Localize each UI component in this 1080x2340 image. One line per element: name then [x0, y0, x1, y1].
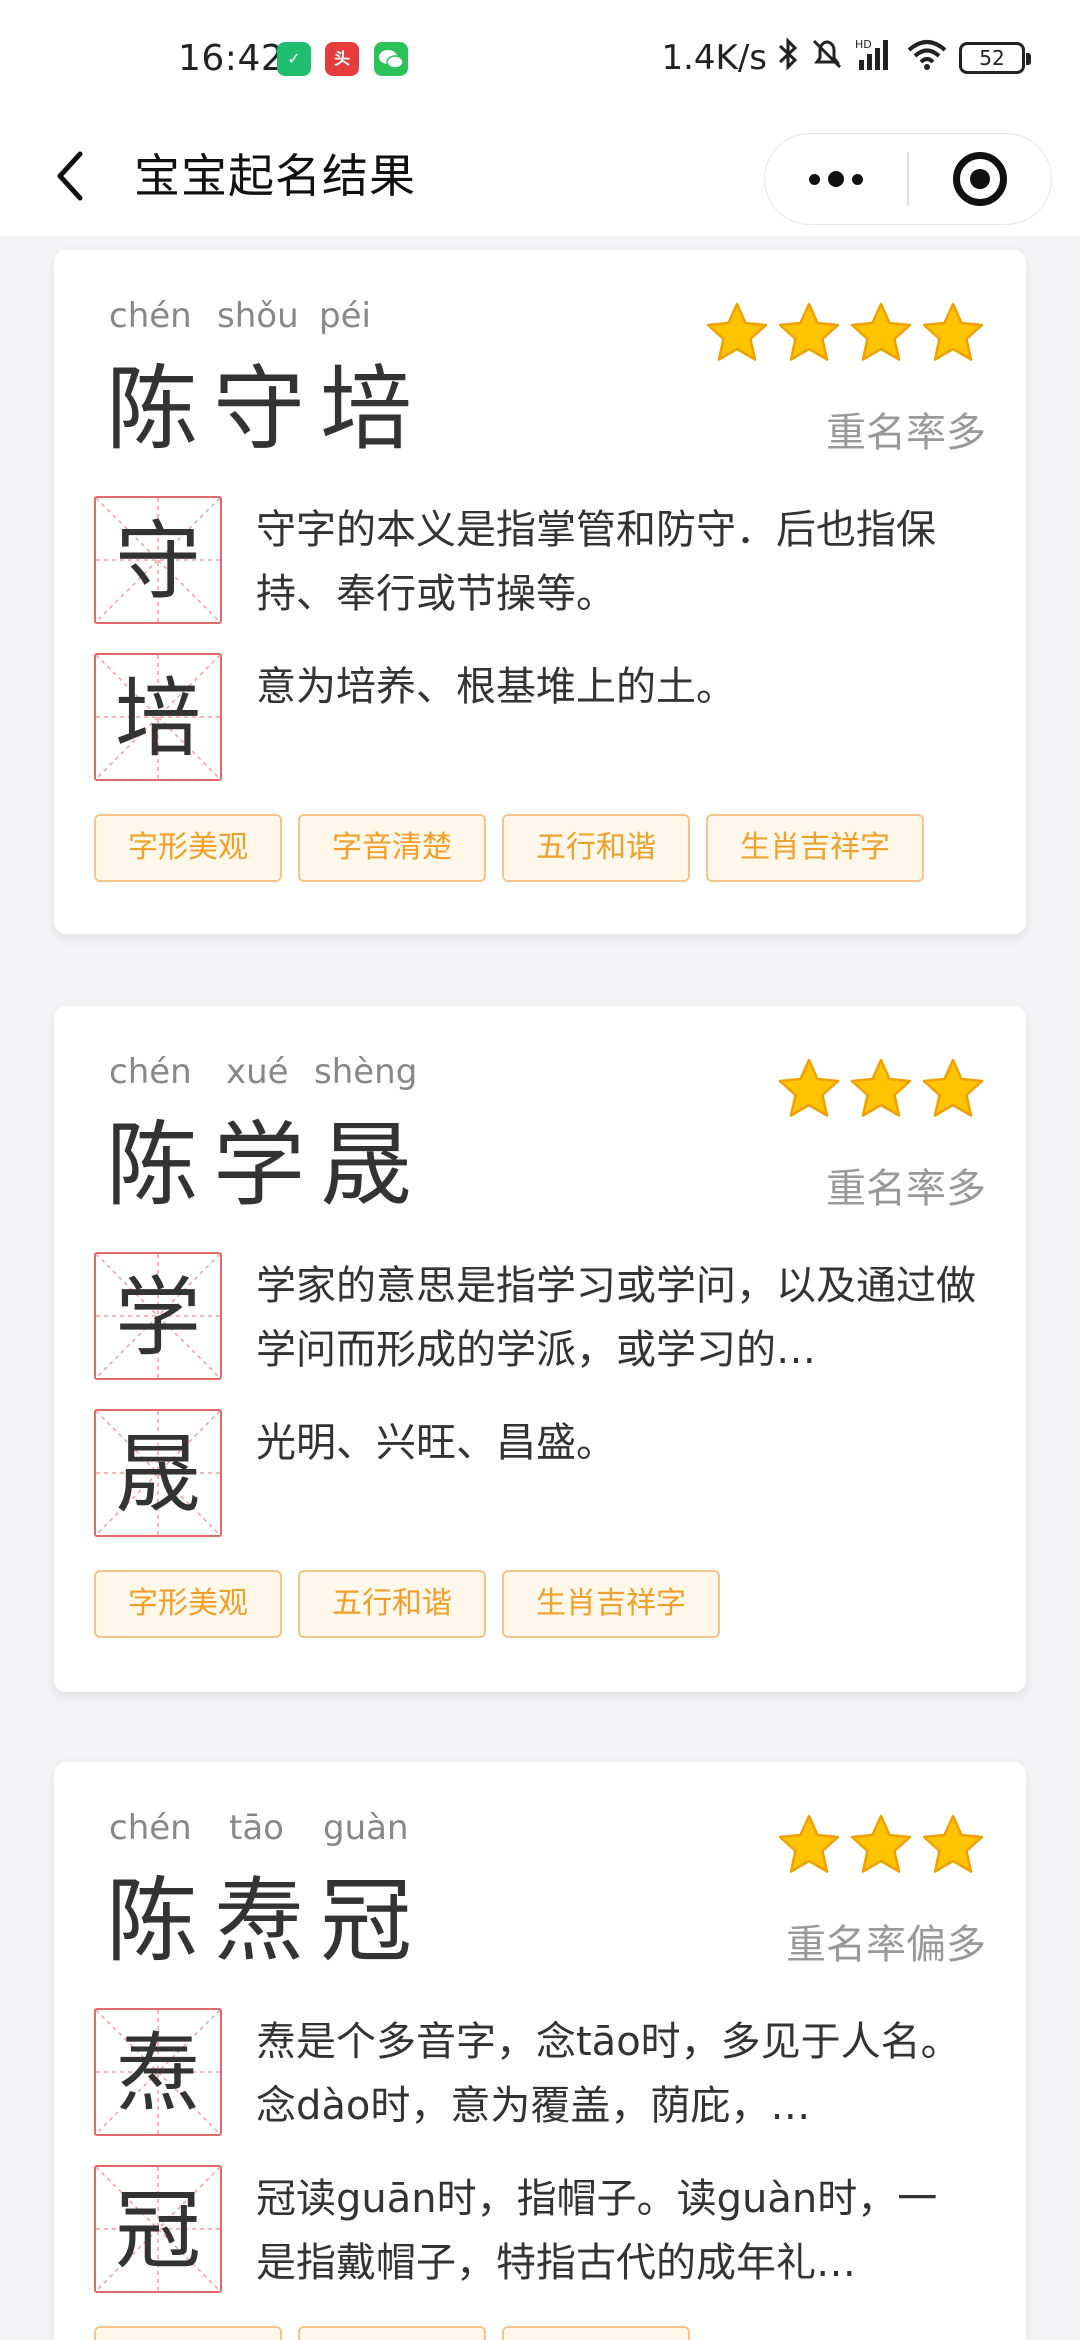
rating-stars: [776, 1812, 986, 1878]
star-icon: [920, 300, 986, 366]
mini-program-capsule: [764, 133, 1052, 225]
name-char: 焘: [213, 1868, 306, 1975]
char-meaning: 意为培养、根基堆上的土。: [256, 664, 736, 710]
name-card[interactable]: chén tāo guàn 陈 焘 冠 重名率偏多 焘 焘是个多音字，念tāo时…: [54, 1762, 1026, 2340]
page-title: 宝宝起名结果: [134, 149, 416, 203]
target-icon: [952, 152, 1007, 206]
star-icon: [776, 1812, 842, 1878]
tag-list: 字形美观 五行和谐 生肖吉祥字: [94, 1570, 720, 1638]
name-char: 晟: [320, 1112, 413, 1219]
tag-list: [94, 2326, 690, 2340]
status-bar: 16:42 ✓ 头 1.4K/s HD 52: [0, 0, 1080, 118]
char-meaning: 冠读guān时，指帽子。读guàn时，一是指戴帽子，特指古代的成年礼…: [256, 2176, 938, 2286]
name-card[interactable]: chén xué shèng 陈 学 晟 重名率多 学 学家的意思是指学习或学问…: [54, 1006, 1026, 1692]
name-card[interactable]: chén shǒu péi 陈 守 培 重名率多 守 守字的本义是指掌管和防守．…: [54, 250, 1026, 934]
duplicate-rate: 重名率偏多: [786, 1922, 986, 1968]
pinyin: xué: [226, 1052, 289, 1092]
grid-char: 焘: [115, 2024, 201, 2124]
rating-stars: [704, 300, 986, 366]
pinyin: chén: [109, 1052, 192, 1092]
star-icon: [920, 1812, 986, 1878]
tag: 字音清楚: [298, 814, 486, 882]
grid-char: 冠: [115, 2181, 201, 2281]
grid-char: 学: [115, 1268, 201, 1368]
tianzige-grid: 焘: [94, 2008, 222, 2136]
back-button[interactable]: [40, 138, 100, 214]
dot-icon: [809, 173, 820, 185]
tag: [298, 2326, 486, 2340]
name-char: 守: [213, 356, 306, 463]
more-button[interactable]: [765, 134, 907, 224]
grid-char: 培: [115, 669, 201, 769]
tag: 五行和谐: [502, 814, 690, 882]
star-icon: [848, 1812, 914, 1878]
status-right: 1.4K/s HD 52: [661, 36, 1031, 81]
star-icon: [776, 1056, 842, 1122]
svg-text:HD: HD: [855, 38, 872, 51]
name-char: 培: [320, 356, 413, 463]
tianzige-grid: 冠: [94, 2165, 222, 2293]
vpn-shield-icon: ✓: [277, 42, 311, 76]
tianzige-grid: 学: [94, 1252, 222, 1380]
tag-list: 字形美观 字音清楚 五行和谐 生肖吉祥字: [94, 814, 924, 882]
dot-icon: [852, 173, 863, 185]
pinyin: chén: [109, 1808, 192, 1848]
pinyin: shǒu: [217, 296, 299, 336]
pinyin: shèng: [314, 1052, 418, 1092]
dot-icon: [828, 171, 844, 187]
grid-char: 晟: [115, 1425, 201, 1525]
name-char: 陈: [106, 356, 199, 463]
tag: [502, 2326, 690, 2340]
duplicate-rate: 重名率多: [826, 1166, 986, 1212]
chevron-left-icon: [57, 151, 83, 201]
duplicate-rate: 重名率多: [826, 410, 986, 456]
rating-stars: [776, 1056, 986, 1122]
name-char: 陈: [106, 1868, 199, 1975]
tag: 生肖吉祥字: [502, 1570, 720, 1638]
nav-bar: 宝宝起名结果: [0, 118, 1080, 236]
network-speed: 1.4K/s: [661, 38, 767, 78]
status-time: 16:42: [178, 38, 285, 79]
star-icon: [704, 300, 770, 366]
mute-bell-icon: [809, 36, 845, 81]
tianzige-grid: 培: [94, 653, 222, 781]
star-icon: [848, 300, 914, 366]
tag: 字形美观: [94, 814, 282, 882]
close-mini-program-button[interactable]: [909, 134, 1051, 224]
char-meaning: 光明、兴旺、昌盛。: [256, 1420, 616, 1466]
toutiao-icon: 头: [325, 42, 359, 76]
pinyin: chén: [109, 296, 192, 336]
tianzige-grid: 守: [94, 496, 222, 624]
bluetooth-icon: [777, 36, 799, 81]
tag: 五行和谐: [298, 1570, 486, 1638]
tag: 生肖吉祥字: [706, 814, 924, 882]
wifi-icon: [905, 36, 949, 81]
star-icon: [920, 1056, 986, 1122]
tag: [94, 2326, 282, 2340]
signal-icon: HD: [855, 36, 895, 81]
pinyin: péi: [319, 296, 371, 336]
pinyin: tāo: [229, 1808, 284, 1848]
tianzige-grid: 晟: [94, 1409, 222, 1537]
char-meaning: 守字的本义是指掌管和防守．后也指保持、奉行或节操等。: [256, 507, 936, 617]
char-meaning: 焘是个多音字，念tāo时，多见于人名。念dào时，意为覆盖，荫庇，…: [256, 2019, 961, 2129]
name-char: 学: [213, 1112, 306, 1219]
battery-icon: 52: [959, 42, 1031, 74]
char-meaning: 学家的意思是指学习或学问，以及通过做学问而形成的学派，或学习的…: [256, 1263, 976, 1373]
wechat-icon: [374, 42, 408, 76]
name-char: 冠: [320, 1868, 413, 1975]
grid-char: 守: [115, 512, 201, 612]
star-icon: [776, 300, 842, 366]
name-char: 陈: [106, 1112, 199, 1219]
tag: 字形美观: [94, 1570, 282, 1638]
pinyin: guàn: [323, 1808, 409, 1848]
star-icon: [848, 1056, 914, 1122]
